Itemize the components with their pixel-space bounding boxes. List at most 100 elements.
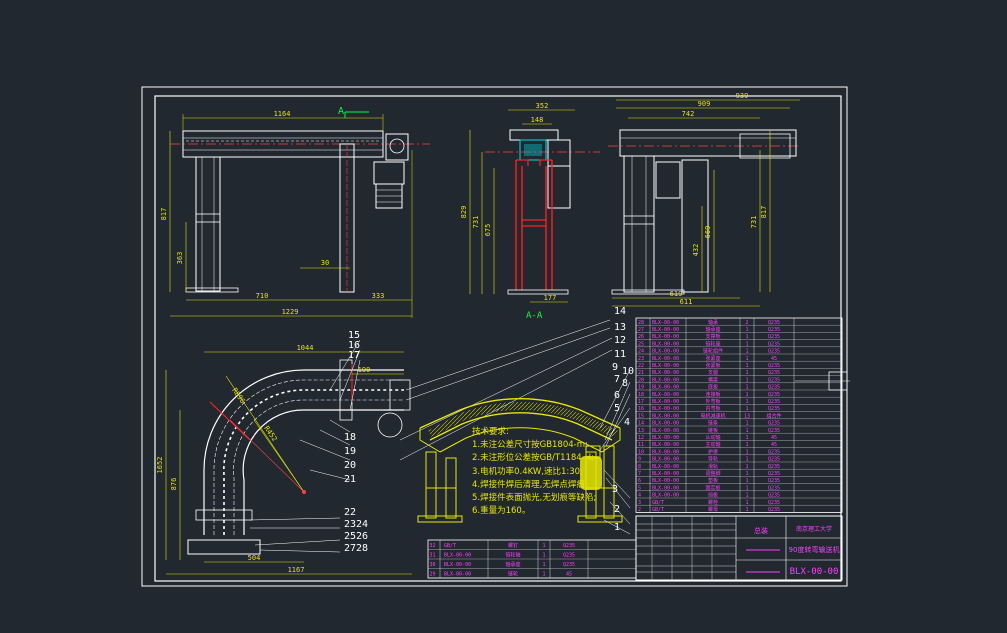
parts-row-name: 张紧座 <box>705 355 720 362</box>
plan-dim-inner-height: 876 <box>170 478 178 491</box>
parts-row-material: Q235 <box>768 320 780 326</box>
iso-balloon-1: 1 <box>614 522 620 533</box>
parts-row-qty: 1 <box>745 449 748 455</box>
parts-row-no: 7 <box>638 471 641 477</box>
parts-row-qty: 1 <box>745 334 748 340</box>
front-dim-inner-height: 363 <box>176 252 184 265</box>
lower-parts-row-qty: 1 <box>542 543 545 549</box>
parts-row-material: Q235 <box>768 485 780 491</box>
parts-row-code: BLX-00-00 <box>652 370 679 376</box>
parts-row-qty: 1 <box>745 464 748 470</box>
parts-row-material: Q235 <box>768 385 780 391</box>
technical-note-1: 1.未注公差尺寸按GB1804-m; <box>472 440 588 451</box>
parts-row-no: 18 <box>638 392 644 398</box>
lower-parts-row-material: 45 <box>566 572 572 578</box>
parts-row-code: BLX-00-00 <box>652 421 679 427</box>
title-block-school: 南京理工大学 <box>796 525 832 533</box>
parts-row-name: 调整脚 <box>705 470 720 477</box>
parts-row-name: 从动轴 <box>705 434 720 441</box>
parts-row-material: Q235 <box>768 507 780 513</box>
parts-row-qty: 1 <box>745 457 748 463</box>
front-dim-bottom-left: 710 <box>256 292 269 300</box>
iso-balloon-8: 8 <box>622 378 628 389</box>
parts-row-code: BLX-00-00 <box>652 327 679 333</box>
side-dim-bottom: 177 <box>544 294 557 302</box>
parts-row-no: 19 <box>638 385 644 391</box>
parts-row-material: Q235 <box>768 428 780 434</box>
balloon-22: 22 <box>344 507 356 518</box>
parts-row-no: 20 <box>638 377 644 383</box>
parts-row-qty: 1 <box>745 385 748 391</box>
lower-parts-row-name: 螺钉 <box>508 542 518 549</box>
front-section-label: A <box>338 106 344 117</box>
plan-dim-bottom-inner: 504 <box>248 554 261 562</box>
parts-row-material: Q235 <box>768 421 780 427</box>
parts-row-material: Q235 <box>768 493 780 499</box>
parts-row-qty: 1 <box>745 363 748 369</box>
parts-row-name: 支腿 <box>708 369 718 376</box>
parts-row-no: 14 <box>638 421 644 427</box>
parts-row-material: 45 <box>771 435 777 441</box>
parts-row-no: 8 <box>638 464 641 470</box>
parts-row-material: Q235 <box>768 478 780 484</box>
parts-row-qty: 1 <box>745 485 748 491</box>
technical-note-5: 5.焊接件表面抛光,无划痕等缺陷; <box>472 493 597 504</box>
side-dim-height-total: 829 <box>460 206 468 219</box>
parts-row-code: BLX-00-00 <box>652 485 679 491</box>
parts-row-qty: 1 <box>745 428 748 434</box>
parts-row-material: Q235 <box>768 392 780 398</box>
iso-balloon-10: 10 <box>622 366 634 377</box>
parts-row-material: 组合件 <box>766 412 781 419</box>
parts-row-no: 12 <box>638 435 644 441</box>
parts-row-name: 链条 <box>708 420 718 427</box>
parts-row-code: BLX-00-00 <box>652 334 679 340</box>
plan-balloons: 1516171819202122232425262728 <box>344 330 368 554</box>
parts-row-code: BLX-00-00 <box>652 363 679 369</box>
parts-row-qty: 13 <box>744 413 750 419</box>
side-dim-height-b: 675 <box>484 224 492 237</box>
right-dim-h1: 817 <box>760 206 768 219</box>
parts-row-no: 9 <box>638 457 641 463</box>
parts-row-code: BLX-00-00 <box>652 385 679 391</box>
parts-row-no: 16 <box>638 406 644 412</box>
parts-row-name: 链轮座 <box>705 340 720 347</box>
lower-parts-row-name: 链轮轴 <box>505 552 520 559</box>
parts-row-code: BLX-00-00 <box>652 442 679 448</box>
parts-row-code: BLX-00-00 <box>652 399 679 405</box>
balloon-17: 17 <box>348 350 360 361</box>
parts-row-no: 2 <box>638 507 641 513</box>
lower-parts-row-code: BLX-00-00 <box>444 562 471 568</box>
parts-row-material: Q235 <box>768 471 780 477</box>
parts-row-code: BLX-00-00 <box>652 428 679 434</box>
parts-row-material: Q235 <box>768 327 780 333</box>
parts-row-code: BLX-00-00 <box>652 478 679 484</box>
right-dim-b2: 611 <box>680 298 693 306</box>
right-dim-h4: 432 <box>692 244 700 257</box>
parts-row-name: 链轮组件 <box>703 348 723 355</box>
parts-row-no: 28 <box>638 320 644 326</box>
parts-list-lower-table: 32 GB/T 螺钉 1 Q235 31 BLX-00-00 链轮轴 1 Q235 30 BLX-00… <box>427 539 637 579</box>
technical-note-2: 2.未注形位公差按GB/T1184-H; <box>472 453 595 464</box>
parts-row-material: Q235 <box>768 406 780 412</box>
right-view <box>608 99 800 307</box>
iso-balloon-12: 12 <box>614 335 626 346</box>
parts-row-code: BLX-00-00 <box>652 493 679 499</box>
parts-row-name: 轴承座 <box>705 326 720 333</box>
parts-row-material: Q235 <box>768 370 780 376</box>
plan-dim-right-offset: 190 <box>358 366 371 374</box>
parts-row-no: 26 <box>638 334 644 340</box>
parts-row-code: BLX-00-00 <box>652 464 679 470</box>
iso-balloon-7: 7 <box>614 374 620 385</box>
front-dim-bottom-right: 333 <box>372 292 385 300</box>
balloon-2526: 2526 <box>344 531 368 542</box>
side-section-label: A-A <box>526 311 543 321</box>
parts-row-code: BLX-00-00 <box>652 471 679 477</box>
parts-row-code: GB/T <box>652 500 664 506</box>
parts-row-qty: 1 <box>745 377 748 383</box>
technical-note-4: 4.焊接件焊后清理,无焊点焊瘤; <box>472 479 588 490</box>
parts-row-no: 4 <box>638 493 641 499</box>
parts-row-no: 13 <box>638 428 644 434</box>
parts-row-qty: 1 <box>745 471 748 477</box>
parts-row-code: BLX-00-00 <box>652 377 679 383</box>
side-dim-height-a: 731 <box>472 216 480 229</box>
